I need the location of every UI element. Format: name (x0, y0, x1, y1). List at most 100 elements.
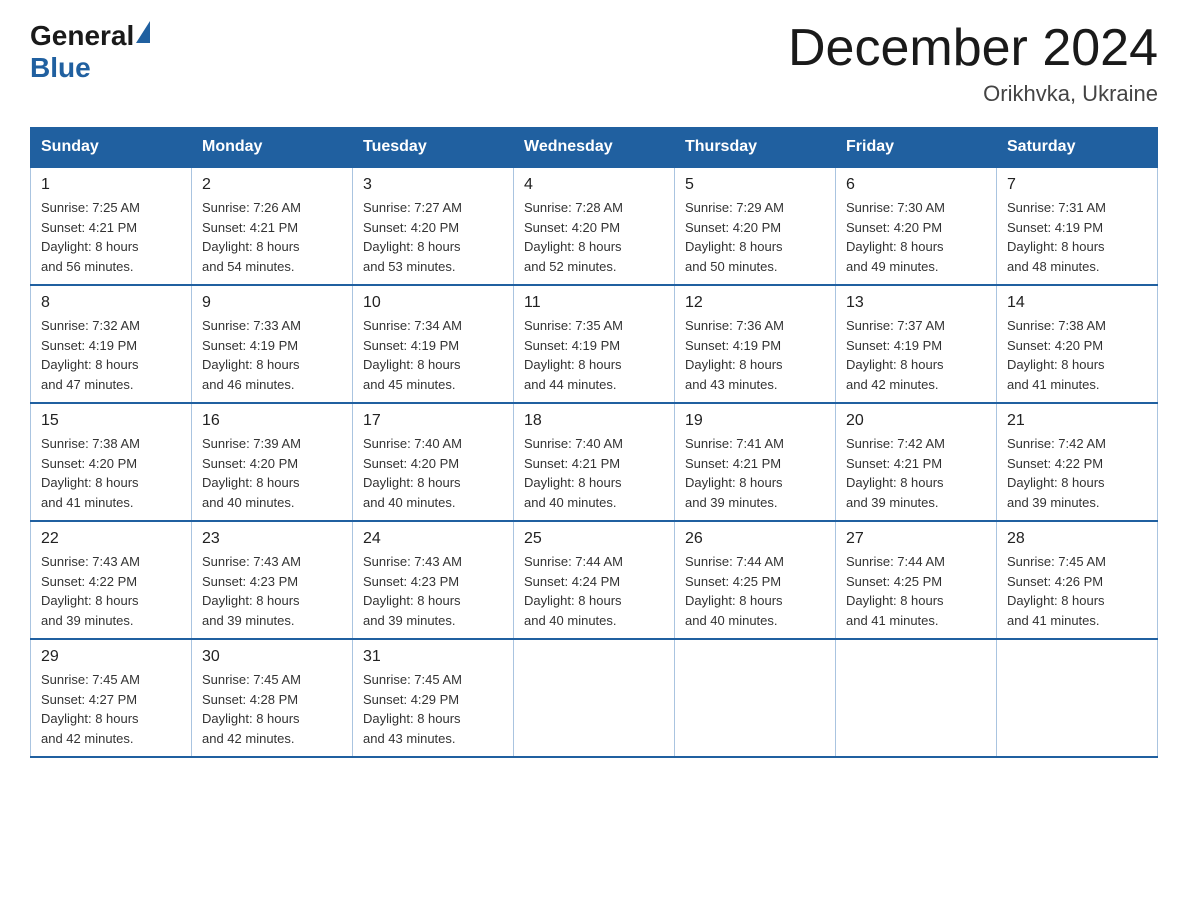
table-row: 18 Sunrise: 7:40 AM Sunset: 4:21 PM Dayl… (514, 403, 675, 521)
calendar-header: Sunday Monday Tuesday Wednesday Thursday… (31, 128, 1158, 168)
day-info: Sunrise: 7:43 AM Sunset: 4:23 PM Dayligh… (202, 552, 342, 630)
day-number: 9 (202, 294, 342, 312)
day-number: 3 (363, 176, 503, 194)
calendar-week-row: 8 Sunrise: 7:32 AM Sunset: 4:19 PM Dayli… (31, 285, 1158, 403)
page-header: General Blue December 2024 Orikhvka, Ukr… (30, 20, 1158, 107)
table-row: 14 Sunrise: 7:38 AM Sunset: 4:20 PM Dayl… (997, 285, 1158, 403)
day-info: Sunrise: 7:33 AM Sunset: 4:19 PM Dayligh… (202, 316, 342, 394)
table-row: 6 Sunrise: 7:30 AM Sunset: 4:20 PM Dayli… (836, 167, 997, 285)
day-number: 11 (524, 294, 664, 312)
table-row: 19 Sunrise: 7:41 AM Sunset: 4:21 PM Dayl… (675, 403, 836, 521)
table-row (514, 639, 675, 757)
table-row: 28 Sunrise: 7:45 AM Sunset: 4:26 PM Dayl… (997, 521, 1158, 639)
header-tuesday: Tuesday (353, 128, 514, 168)
table-row: 4 Sunrise: 7:28 AM Sunset: 4:20 PM Dayli… (514, 167, 675, 285)
day-info: Sunrise: 7:44 AM Sunset: 4:25 PM Dayligh… (685, 552, 825, 630)
header-saturday: Saturday (997, 128, 1158, 168)
day-number: 26 (685, 530, 825, 548)
calendar-body: 1 Sunrise: 7:25 AM Sunset: 4:21 PM Dayli… (31, 167, 1158, 757)
header-row: Sunday Monday Tuesday Wednesday Thursday… (31, 128, 1158, 168)
day-info: Sunrise: 7:34 AM Sunset: 4:19 PM Dayligh… (363, 316, 503, 394)
table-row: 21 Sunrise: 7:42 AM Sunset: 4:22 PM Dayl… (997, 403, 1158, 521)
day-number: 13 (846, 294, 986, 312)
table-row: 22 Sunrise: 7:43 AM Sunset: 4:22 PM Dayl… (31, 521, 192, 639)
day-info: Sunrise: 7:28 AM Sunset: 4:20 PM Dayligh… (524, 198, 664, 276)
day-info: Sunrise: 7:39 AM Sunset: 4:20 PM Dayligh… (202, 434, 342, 512)
table-row: 17 Sunrise: 7:40 AM Sunset: 4:20 PM Dayl… (353, 403, 514, 521)
day-number: 21 (1007, 412, 1147, 430)
logo-general-text: General (30, 20, 134, 52)
day-number: 1 (41, 176, 181, 194)
day-number: 28 (1007, 530, 1147, 548)
day-number: 16 (202, 412, 342, 430)
day-info: Sunrise: 7:25 AM Sunset: 4:21 PM Dayligh… (41, 198, 181, 276)
table-row: 29 Sunrise: 7:45 AM Sunset: 4:27 PM Dayl… (31, 639, 192, 757)
day-info: Sunrise: 7:38 AM Sunset: 4:20 PM Dayligh… (1007, 316, 1147, 394)
table-row: 20 Sunrise: 7:42 AM Sunset: 4:21 PM Dayl… (836, 403, 997, 521)
day-number: 10 (363, 294, 503, 312)
day-info: Sunrise: 7:29 AM Sunset: 4:20 PM Dayligh… (685, 198, 825, 276)
header-monday: Monday (192, 128, 353, 168)
day-info: Sunrise: 7:38 AM Sunset: 4:20 PM Dayligh… (41, 434, 181, 512)
day-info: Sunrise: 7:31 AM Sunset: 4:19 PM Dayligh… (1007, 198, 1147, 276)
day-number: 22 (41, 530, 181, 548)
table-row: 27 Sunrise: 7:44 AM Sunset: 4:25 PM Dayl… (836, 521, 997, 639)
day-info: Sunrise: 7:45 AM Sunset: 4:26 PM Dayligh… (1007, 552, 1147, 630)
table-row: 15 Sunrise: 7:38 AM Sunset: 4:20 PM Dayl… (31, 403, 192, 521)
table-row: 12 Sunrise: 7:36 AM Sunset: 4:19 PM Dayl… (675, 285, 836, 403)
day-info: Sunrise: 7:43 AM Sunset: 4:23 PM Dayligh… (363, 552, 503, 630)
day-info: Sunrise: 7:41 AM Sunset: 4:21 PM Dayligh… (685, 434, 825, 512)
table-row: 30 Sunrise: 7:45 AM Sunset: 4:28 PM Dayl… (192, 639, 353, 757)
calendar-week-row: 22 Sunrise: 7:43 AM Sunset: 4:22 PM Dayl… (31, 521, 1158, 639)
day-number: 5 (685, 176, 825, 194)
logo: General Blue (30, 20, 150, 84)
location-text: Orikhvka, Ukraine (788, 81, 1158, 107)
day-number: 25 (524, 530, 664, 548)
day-number: 6 (846, 176, 986, 194)
day-number: 8 (41, 294, 181, 312)
day-number: 18 (524, 412, 664, 430)
day-info: Sunrise: 7:27 AM Sunset: 4:20 PM Dayligh… (363, 198, 503, 276)
day-number: 19 (685, 412, 825, 430)
day-number: 2 (202, 176, 342, 194)
day-info: Sunrise: 7:37 AM Sunset: 4:19 PM Dayligh… (846, 316, 986, 394)
header-friday: Friday (836, 128, 997, 168)
day-info: Sunrise: 7:42 AM Sunset: 4:21 PM Dayligh… (846, 434, 986, 512)
table-row (836, 639, 997, 757)
day-number: 20 (846, 412, 986, 430)
day-number: 30 (202, 648, 342, 666)
header-wednesday: Wednesday (514, 128, 675, 168)
day-number: 14 (1007, 294, 1147, 312)
day-number: 7 (1007, 176, 1147, 194)
table-row: 16 Sunrise: 7:39 AM Sunset: 4:20 PM Dayl… (192, 403, 353, 521)
title-block: December 2024 Orikhvka, Ukraine (788, 20, 1158, 107)
day-info: Sunrise: 7:26 AM Sunset: 4:21 PM Dayligh… (202, 198, 342, 276)
logo-blue-text: Blue (30, 52, 150, 84)
day-info: Sunrise: 7:42 AM Sunset: 4:22 PM Dayligh… (1007, 434, 1147, 512)
table-row (675, 639, 836, 757)
table-row: 5 Sunrise: 7:29 AM Sunset: 4:20 PM Dayli… (675, 167, 836, 285)
table-row: 26 Sunrise: 7:44 AM Sunset: 4:25 PM Dayl… (675, 521, 836, 639)
day-number: 4 (524, 176, 664, 194)
day-info: Sunrise: 7:44 AM Sunset: 4:25 PM Dayligh… (846, 552, 986, 630)
table-row: 9 Sunrise: 7:33 AM Sunset: 4:19 PM Dayli… (192, 285, 353, 403)
day-info: Sunrise: 7:43 AM Sunset: 4:22 PM Dayligh… (41, 552, 181, 630)
table-row: 25 Sunrise: 7:44 AM Sunset: 4:24 PM Dayl… (514, 521, 675, 639)
logo-triangle-icon (136, 21, 150, 43)
month-title: December 2024 (788, 20, 1158, 77)
day-info: Sunrise: 7:36 AM Sunset: 4:19 PM Dayligh… (685, 316, 825, 394)
table-row: 23 Sunrise: 7:43 AM Sunset: 4:23 PM Dayl… (192, 521, 353, 639)
header-thursday: Thursday (675, 128, 836, 168)
table-row: 24 Sunrise: 7:43 AM Sunset: 4:23 PM Dayl… (353, 521, 514, 639)
day-info: Sunrise: 7:30 AM Sunset: 4:20 PM Dayligh… (846, 198, 986, 276)
header-sunday: Sunday (31, 128, 192, 168)
calendar-table: Sunday Monday Tuesday Wednesday Thursday… (30, 127, 1158, 758)
day-info: Sunrise: 7:44 AM Sunset: 4:24 PM Dayligh… (524, 552, 664, 630)
table-row: 10 Sunrise: 7:34 AM Sunset: 4:19 PM Dayl… (353, 285, 514, 403)
day-number: 29 (41, 648, 181, 666)
day-number: 15 (41, 412, 181, 430)
day-number: 23 (202, 530, 342, 548)
day-info: Sunrise: 7:40 AM Sunset: 4:20 PM Dayligh… (363, 434, 503, 512)
day-info: Sunrise: 7:40 AM Sunset: 4:21 PM Dayligh… (524, 434, 664, 512)
table-row: 13 Sunrise: 7:37 AM Sunset: 4:19 PM Dayl… (836, 285, 997, 403)
